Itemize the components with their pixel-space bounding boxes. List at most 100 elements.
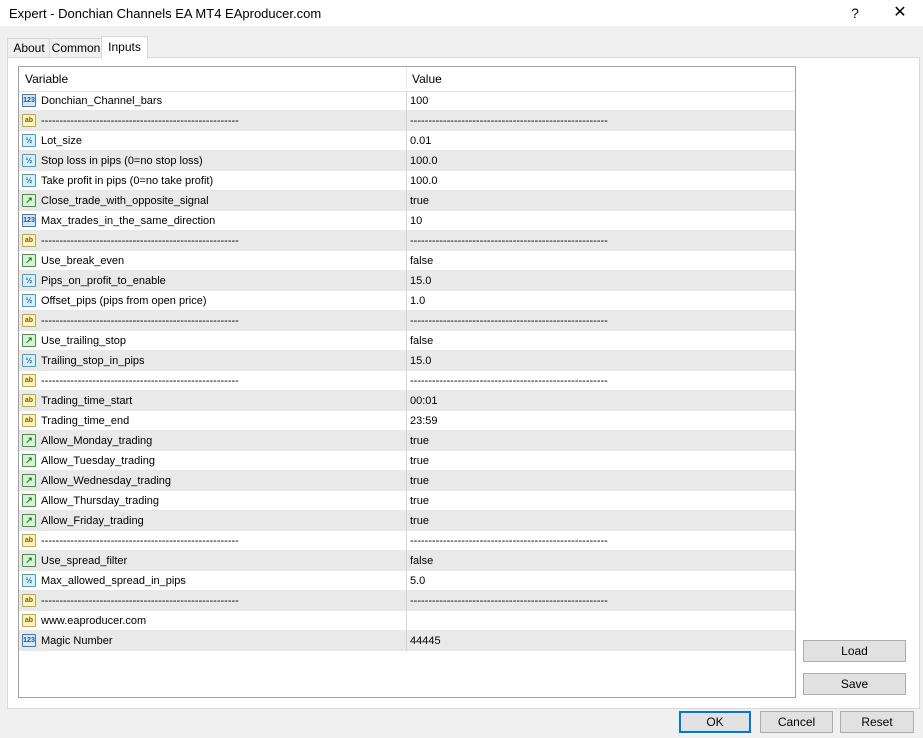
- table-row[interactable]: ↗ Close_trade_with_opposite_signal true: [19, 191, 795, 211]
- variable-value[interactable]: false: [410, 551, 433, 571]
- cell-divider: [406, 131, 407, 151]
- variable-name: Use_spread_filter: [41, 555, 128, 567]
- variable-name: Lot_size: [41, 135, 82, 147]
- tab-inputs[interactable]: Inputs: [101, 36, 148, 59]
- variable-value[interactable]: 100.0: [410, 171, 438, 191]
- variable-value[interactable]: false: [410, 331, 433, 351]
- cell-divider: [406, 491, 407, 511]
- string-type-icon: ab: [22, 534, 36, 547]
- close-icon[interactable]: ✕: [889, 3, 911, 23]
- variable-name: Allow_Wednesday_trading: [41, 475, 172, 487]
- cell-divider: [406, 91, 407, 111]
- table-row[interactable]: ↗ Allow_Friday_trading true: [19, 511, 795, 531]
- table-row[interactable]: ½ Lot_size 0.01: [19, 131, 795, 151]
- variable-name: Close_trade_with_opposite_signal: [41, 195, 209, 207]
- variable-value[interactable]: ----------------------------------------…: [410, 231, 608, 251]
- variable-value[interactable]: ----------------------------------------…: [410, 371, 608, 391]
- table-row[interactable]: ↗ Allow_Wednesday_trading true: [19, 471, 795, 491]
- variable-value[interactable]: 5.0: [410, 571, 425, 591]
- table-row[interactable]: ↗ Use_trailing_stop false: [19, 331, 795, 351]
- variable-value[interactable]: 15.0: [410, 271, 431, 291]
- table-row[interactable]: ½ Take profit in pips (0=no take profit) 1…: [19, 171, 795, 191]
- table-row[interactable]: ab --------------------------------------…: [19, 111, 795, 131]
- table-row[interactable]: 123 Magic Number 44445: [19, 631, 795, 651]
- variable-value[interactable]: ----------------------------------------…: [410, 111, 608, 131]
- variable-value[interactable]: false: [410, 251, 433, 271]
- tab-about[interactable]: About: [7, 38, 51, 58]
- inputs-grid[interactable]: Variable Value 123 Donchian_Channel_bars 1…: [18, 66, 796, 698]
- table-row[interactable]: ↗ Allow_Monday_trading true: [19, 431, 795, 451]
- variable-value[interactable]: true: [410, 471, 429, 491]
- variable-value[interactable]: 100: [410, 91, 428, 111]
- save-button[interactable]: Save: [803, 673, 906, 695]
- variable-value[interactable]: 0.01: [410, 131, 431, 151]
- table-row[interactable]: ↗ Use_spread_filter false: [19, 551, 795, 571]
- variable-value[interactable]: 10: [410, 211, 422, 231]
- cell-divider: [406, 211, 407, 231]
- cell-divider: [406, 631, 407, 651]
- double-type-icon: ½: [22, 134, 36, 147]
- variable-value[interactable]: ----------------------------------------…: [410, 591, 608, 611]
- help-icon[interactable]: ?: [846, 3, 864, 23]
- variable-value[interactable]: true: [410, 431, 429, 451]
- table-row[interactable]: ab --------------------------------------…: [19, 311, 795, 331]
- variable-value[interactable]: ----------------------------------------…: [410, 531, 608, 551]
- string-type-icon: ab: [22, 114, 36, 127]
- tab-common[interactable]: Common: [49, 38, 103, 58]
- integer-type-icon: 123: [22, 214, 36, 227]
- variable-value[interactable]: true: [410, 451, 429, 471]
- boolean-type-icon: ↗: [22, 254, 36, 267]
- table-row[interactable]: 123 Max_trades_in_the_same_direction 10: [19, 211, 795, 231]
- variable-value[interactable]: 00:01: [410, 391, 438, 411]
- table-row[interactable]: ab www.eaproducer.com: [19, 611, 795, 631]
- table-row[interactable]: ↗ Allow_Tuesday_trading true: [19, 451, 795, 471]
- column-header-variable[interactable]: Variable: [19, 67, 68, 91]
- column-header-value[interactable]: Value: [406, 67, 442, 91]
- table-row[interactable]: 123 Donchian_Channel_bars 100: [19, 91, 795, 111]
- cell-divider: [406, 291, 407, 311]
- table-row[interactable]: ½ Max_allowed_spread_in_pips 5.0: [19, 571, 795, 591]
- load-button[interactable]: Load: [803, 640, 906, 662]
- variable-name: Allow_Friday_trading: [41, 515, 144, 527]
- double-type-icon: ½: [22, 154, 36, 167]
- variable-name: ----------------------------------------…: [41, 535, 239, 547]
- variable-value[interactable]: 15.0: [410, 351, 431, 371]
- window-title: Expert - Donchian Channels EA MT4 EAprod…: [9, 6, 322, 21]
- cancel-button[interactable]: Cancel: [760, 711, 833, 733]
- grid-rows: 123 Donchian_Channel_bars 100 ab -----------…: [19, 91, 795, 651]
- table-row[interactable]: ab --------------------------------------…: [19, 591, 795, 611]
- cell-divider: [406, 251, 407, 271]
- variable-name: Use_trailing_stop: [41, 335, 126, 347]
- string-type-icon: ab: [22, 314, 36, 327]
- variable-value[interactable]: true: [410, 491, 429, 511]
- variable-name: ----------------------------------------…: [41, 235, 239, 247]
- variable-name: Allow_Tuesday_trading: [41, 455, 155, 467]
- table-row[interactable]: ↗ Use_break_even false: [19, 251, 795, 271]
- boolean-type-icon: ↗: [22, 554, 36, 567]
- variable-value[interactable]: 1.0: [410, 291, 425, 311]
- table-row[interactable]: ½ Pips_on_profit_to_enable 15.0: [19, 271, 795, 291]
- cell-divider: [406, 471, 407, 491]
- cell-divider: [406, 511, 407, 531]
- reset-button[interactable]: Reset: [840, 711, 914, 733]
- variable-name: Allow_Monday_trading: [41, 435, 153, 447]
- variable-name: Take profit in pips (0=no take profit): [41, 175, 214, 187]
- variable-value[interactable]: ----------------------------------------…: [410, 311, 608, 331]
- table-row[interactable]: ab Trading_time_start 00:01: [19, 391, 795, 411]
- table-row[interactable]: ↗ Allow_Thursday_trading true: [19, 491, 795, 511]
- table-row[interactable]: ½ Trailing_stop_in_pips 15.0: [19, 351, 795, 371]
- double-type-icon: ½: [22, 274, 36, 287]
- variable-value[interactable]: true: [410, 191, 429, 211]
- variable-value[interactable]: 44445: [410, 631, 441, 651]
- table-row[interactable]: ab --------------------------------------…: [19, 371, 795, 391]
- table-row[interactable]: ½ Stop loss in pips (0=no stop loss) 100.0: [19, 151, 795, 171]
- variable-value[interactable]: 100.0: [410, 151, 438, 171]
- table-row[interactable]: ab Trading_time_end 23:59: [19, 411, 795, 431]
- table-row[interactable]: ½ Offset_pips (pips from open price) 1.0: [19, 291, 795, 311]
- ok-button[interactable]: OK: [679, 711, 751, 733]
- variable-value[interactable]: true: [410, 511, 429, 531]
- table-row[interactable]: ab --------------------------------------…: [19, 231, 795, 251]
- variable-value[interactable]: 23:59: [410, 411, 438, 431]
- table-row[interactable]: ab --------------------------------------…: [19, 531, 795, 551]
- cell-divider: [406, 611, 407, 631]
